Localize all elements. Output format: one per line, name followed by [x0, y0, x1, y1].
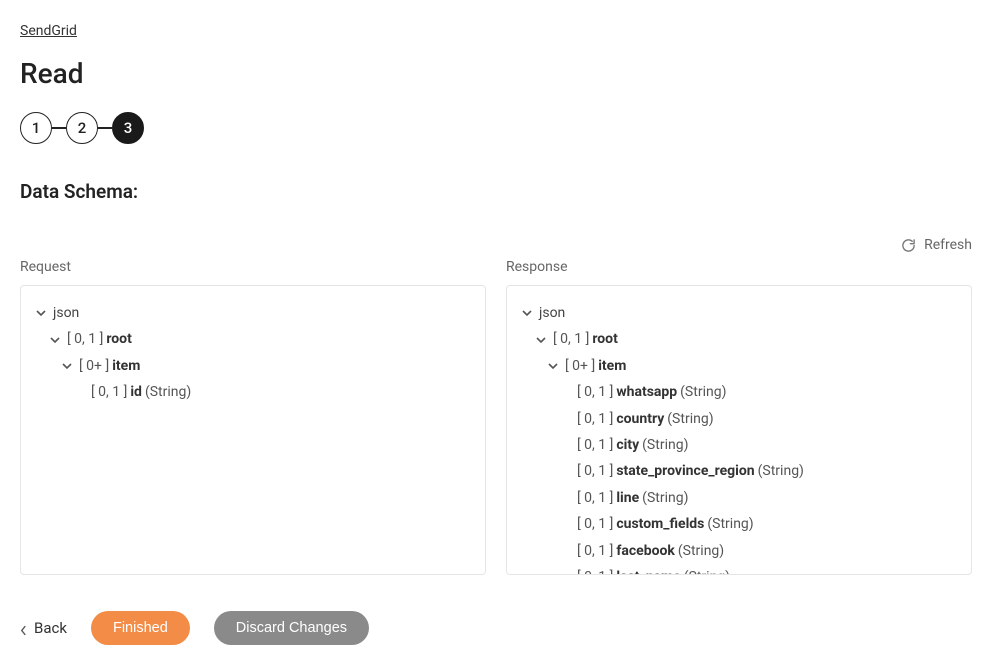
- cardinality: [ 0, 1 ]: [553, 328, 589, 350]
- refresh-icon: [901, 238, 916, 253]
- step-3[interactable]: 3: [112, 112, 144, 144]
- cardinality: [ 0, 1 ]: [577, 408, 613, 430]
- step-1[interactable]: 1: [20, 112, 52, 144]
- chevron-down-icon[interactable]: [547, 360, 559, 372]
- field-row[interactable]: [ 0, 1 ]id(String): [35, 381, 471, 403]
- field-type: (String): [642, 434, 688, 456]
- cardinality: [ 0, 1 ]: [577, 434, 613, 456]
- chevron-left-icon: [20, 622, 28, 634]
- refresh-button[interactable]: Refresh: [901, 237, 972, 253]
- field-name: id: [130, 381, 142, 403]
- field-type: (String): [642, 487, 688, 509]
- cardinality: [ 0, 1 ]: [577, 487, 613, 509]
- back-button[interactable]: Back: [20, 619, 67, 637]
- refresh-label: Refresh: [924, 237, 972, 253]
- cardinality: [ 0, 1 ]: [91, 381, 127, 403]
- node-name: item: [598, 355, 626, 377]
- cardinality: [ 0, 1 ]: [67, 328, 103, 350]
- stepper: 1 2 3: [20, 112, 972, 144]
- response-column: Response json [ 0, 1 ] root [ 0+ ]: [506, 259, 972, 575]
- field-row[interactable]: [ 0, 1 ]whatsapp(String): [521, 381, 957, 403]
- field-name: line: [616, 487, 639, 509]
- field-type: (String): [707, 513, 753, 535]
- chevron-down-icon[interactable]: [35, 307, 47, 319]
- field-name: custom_fields: [616, 513, 704, 535]
- chevron-down-icon[interactable]: [535, 334, 547, 346]
- back-label: Back: [34, 619, 67, 637]
- field-type: (String): [667, 408, 713, 430]
- field-row[interactable]: [ 0, 1 ]custom_fields(String): [521, 513, 957, 535]
- step-line: [98, 127, 112, 129]
- tree-row-root[interactable]: [ 0, 1 ] root: [521, 328, 957, 350]
- step-line: [52, 127, 66, 129]
- field-row[interactable]: [ 0, 1 ]last_name (String): [521, 566, 957, 575]
- request-label: Request: [20, 259, 486, 275]
- node-name: item: [112, 355, 140, 377]
- field-name: state_province_region: [616, 460, 754, 482]
- tree-row-json[interactable]: json: [521, 302, 957, 324]
- tree-row-item[interactable]: [ 0+ ] item: [35, 355, 471, 377]
- field-row[interactable]: [ 0, 1 ]line(String): [521, 487, 957, 509]
- chevron-down-icon[interactable]: [61, 360, 73, 372]
- tree-row-json[interactable]: json: [35, 302, 471, 324]
- cardinality: [ 0, 1 ]: [577, 513, 613, 535]
- request-column: Request json [ 0, 1 ] root [ 0+ ]: [20, 259, 486, 575]
- field-name: facebook: [616, 540, 675, 562]
- bottom-bar: Back Finished Discard Changes: [20, 611, 972, 645]
- field-name: whatsapp: [616, 381, 677, 403]
- field-type: (String): [684, 566, 730, 575]
- section-title: Data Schema:: [20, 180, 972, 203]
- node-name: root: [106, 328, 131, 350]
- cardinality: [ 0, 1 ]: [577, 540, 613, 562]
- field-row[interactable]: [ 0, 1 ]country(String): [521, 408, 957, 430]
- field-type: (String): [678, 540, 724, 562]
- finished-button[interactable]: Finished: [91, 611, 190, 645]
- chevron-down-icon[interactable]: [521, 307, 533, 319]
- cardinality: [ 0, 1 ]: [577, 381, 613, 403]
- field-row[interactable]: [ 0, 1 ]facebook(String): [521, 540, 957, 562]
- field-row[interactable]: [ 0, 1 ]state_province_region(String): [521, 460, 957, 482]
- field-name: city: [616, 434, 639, 456]
- field-type: (String): [680, 381, 726, 403]
- tree-row-item[interactable]: [ 0+ ] item: [521, 355, 957, 377]
- breadcrumb[interactable]: SendGrid: [20, 23, 77, 39]
- field-row[interactable]: [ 0, 1 ]city(String): [521, 434, 957, 456]
- field-name: country: [616, 408, 664, 430]
- field-type: (String): [758, 460, 804, 482]
- tree-row-root[interactable]: [ 0, 1 ] root: [35, 328, 471, 350]
- response-label: Response: [506, 259, 972, 275]
- schema-type: json: [539, 302, 565, 324]
- schema-type: json: [53, 302, 79, 324]
- discard-button[interactable]: Discard Changes: [214, 611, 369, 645]
- request-panel: json [ 0, 1 ] root [ 0+ ] item [ 0, 1 ]i…: [20, 285, 486, 575]
- field-name: last_name: [616, 566, 680, 575]
- field-type: (String): [145, 381, 191, 403]
- cardinality: [ 0, 1 ]: [577, 460, 613, 482]
- node-name: root: [592, 328, 617, 350]
- response-panel: json [ 0, 1 ] root [ 0+ ] item [ 0, 1 ]w…: [506, 285, 972, 575]
- chevron-down-icon[interactable]: [49, 334, 61, 346]
- cardinality: [ 0+ ]: [79, 355, 109, 377]
- cardinality: [ 0+ ]: [565, 355, 595, 377]
- step-2[interactable]: 2: [66, 112, 98, 144]
- cardinality: [ 0, 1 ]: [577, 566, 613, 575]
- page-title: Read: [20, 57, 972, 90]
